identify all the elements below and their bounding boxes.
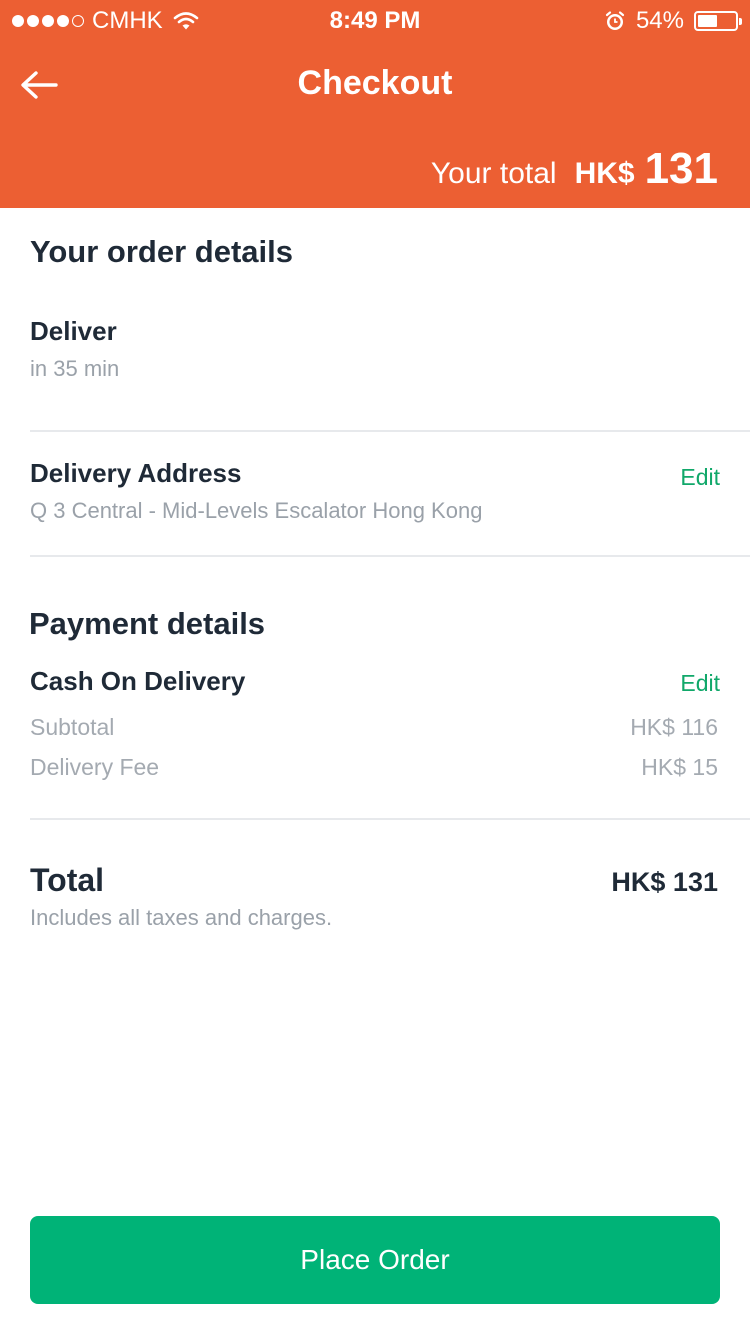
- page-title: Checkout: [297, 64, 453, 102]
- header: CMHK 8:49 PM 54% Checkout Your total HK$…: [0, 0, 750, 208]
- delivery-fee-value: HK$ 15: [641, 754, 718, 780]
- order-details-title: Your order details: [30, 234, 293, 269]
- divider: [30, 430, 750, 432]
- subtotal-row: Subtotal HK$ 116: [30, 714, 718, 741]
- total-label: Your total: [430, 157, 557, 190]
- header-total: Your total HK$ 131: [431, 144, 718, 194]
- place-order-button[interactable]: Place Order: [30, 1216, 720, 1304]
- divider: [30, 555, 750, 557]
- status-bar: CMHK 8:49 PM 54%: [0, 0, 750, 40]
- deliver-label: Deliver: [30, 316, 117, 346]
- delivery-fee-row: Delivery Fee HK$ 15: [30, 754, 718, 781]
- deliver-time: in 35 min: [30, 356, 120, 381]
- edit-payment-button[interactable]: Edit: [680, 670, 720, 697]
- subtotal-label: Subtotal: [30, 714, 115, 740]
- alarm-icon: [605, 11, 625, 30]
- status-right: 54%: [604, 7, 742, 35]
- total-currency: HK$: [574, 157, 635, 190]
- divider: [30, 818, 750, 820]
- battery-percent: 54%: [635, 7, 684, 34]
- total-note: Includes all taxes and charges.: [30, 905, 333, 930]
- address-value: Q 3 Central - Mid-Levels Escalator Hong …: [30, 498, 483, 523]
- subtotal-value: HK$ 116: [630, 714, 718, 740]
- battery-icon: [694, 11, 742, 31]
- delivery-fee-label: Delivery Fee: [30, 754, 160, 780]
- address-label: Delivery Address: [30, 458, 242, 488]
- total-amount: 131: [644, 144, 718, 193]
- total-row-label: Total: [30, 862, 105, 898]
- payment-method: Cash On Delivery: [30, 666, 246, 696]
- total-row: Total HK$ 131: [30, 862, 718, 899]
- total-row-value: HK$ 131: [611, 867, 718, 897]
- payment-details-title: Payment details: [29, 606, 266, 641]
- edit-address-button[interactable]: Edit: [680, 464, 720, 491]
